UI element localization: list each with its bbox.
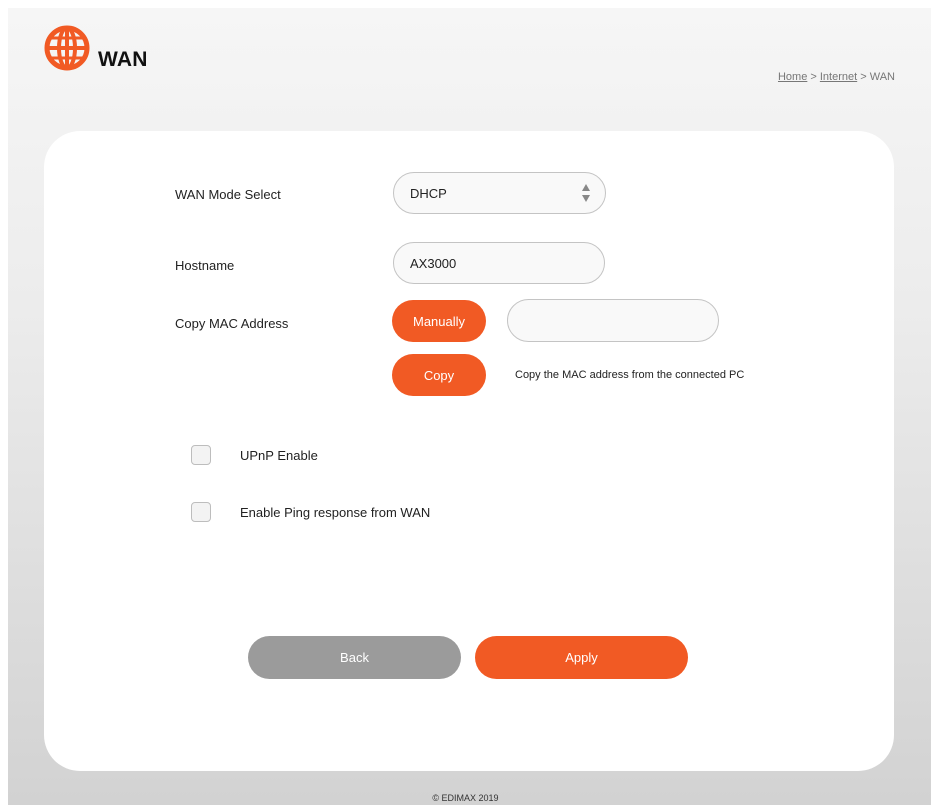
- back-button[interactable]: Back: [248, 636, 461, 679]
- upnp-checkbox[interactable]: [191, 445, 211, 465]
- apply-button[interactable]: Apply: [475, 636, 688, 679]
- breadcrumb-home-link[interactable]: Home: [778, 71, 807, 83]
- copy-mac-label: Copy MAC Address: [175, 316, 289, 331]
- wan-mode-value: DHCP: [410, 185, 447, 201]
- hostname-label: Hostname: [175, 258, 235, 273]
- breadcrumb-internet-link[interactable]: Internet: [820, 71, 857, 83]
- ping-label: Enable Ping response from WAN: [240, 505, 431, 520]
- breadcrumb-current: WAN: [869, 71, 895, 83]
- wan-mode-select[interactable]: DHCP: [393, 172, 606, 214]
- ping-checkbox[interactable]: [191, 502, 211, 522]
- breadcrumb-separator: >: [807, 71, 820, 83]
- globe-icon: [44, 25, 90, 71]
- upnp-label: UPnP Enable: [240, 448, 318, 463]
- breadcrumb: Home > Internet > WAN: [778, 71, 895, 83]
- mac-address-input[interactable]: [507, 299, 719, 342]
- copy-mac-hint: Copy the MAC address from the connected …: [515, 369, 745, 381]
- breadcrumb-separator: >: [857, 71, 870, 83]
- hostname-value: AX3000: [410, 255, 457, 271]
- page-title: WAN: [98, 48, 148, 71]
- manually-button[interactable]: Manually: [392, 300, 486, 342]
- copy-mac-button[interactable]: Copy: [392, 354, 486, 396]
- wan-mode-label: WAN Mode Select: [175, 187, 281, 202]
- select-arrows-icon: [582, 184, 590, 202]
- hostname-input[interactable]: AX3000: [393, 242, 605, 284]
- footer-copyright: © EDIMAX 2019: [432, 793, 499, 803]
- settings-card: WAN Mode Select DHCP Hostname AX3000 Cop…: [44, 131, 894, 771]
